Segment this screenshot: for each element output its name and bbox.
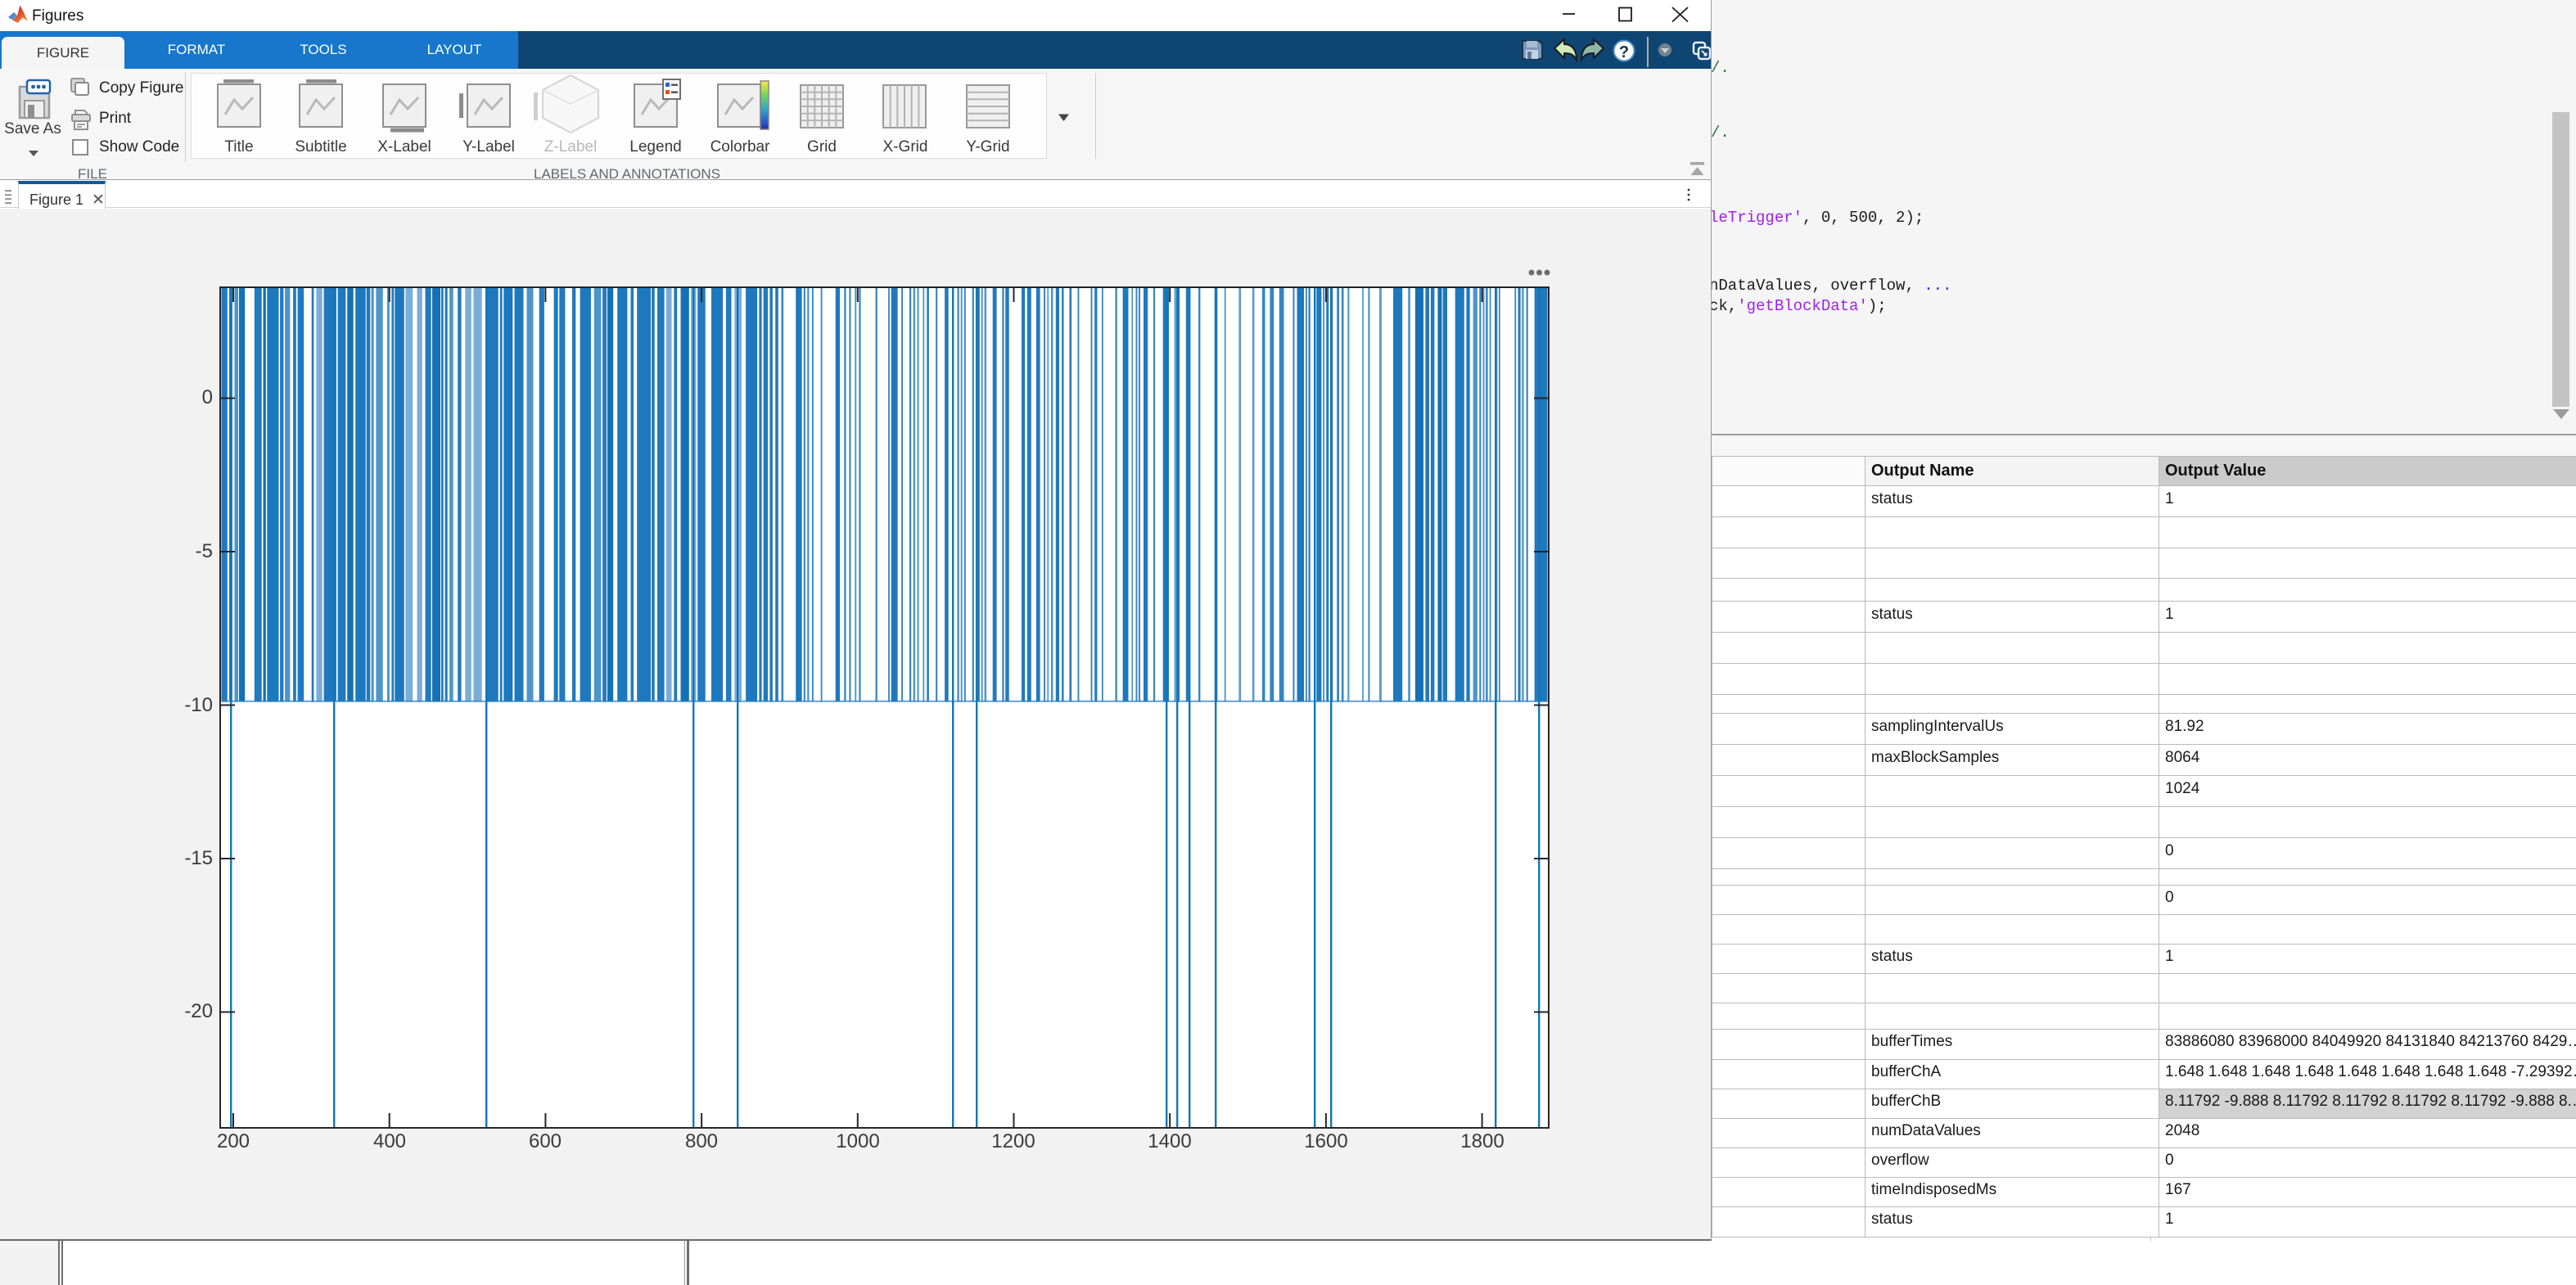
svg-text:?: ? bbox=[1619, 43, 1629, 61]
